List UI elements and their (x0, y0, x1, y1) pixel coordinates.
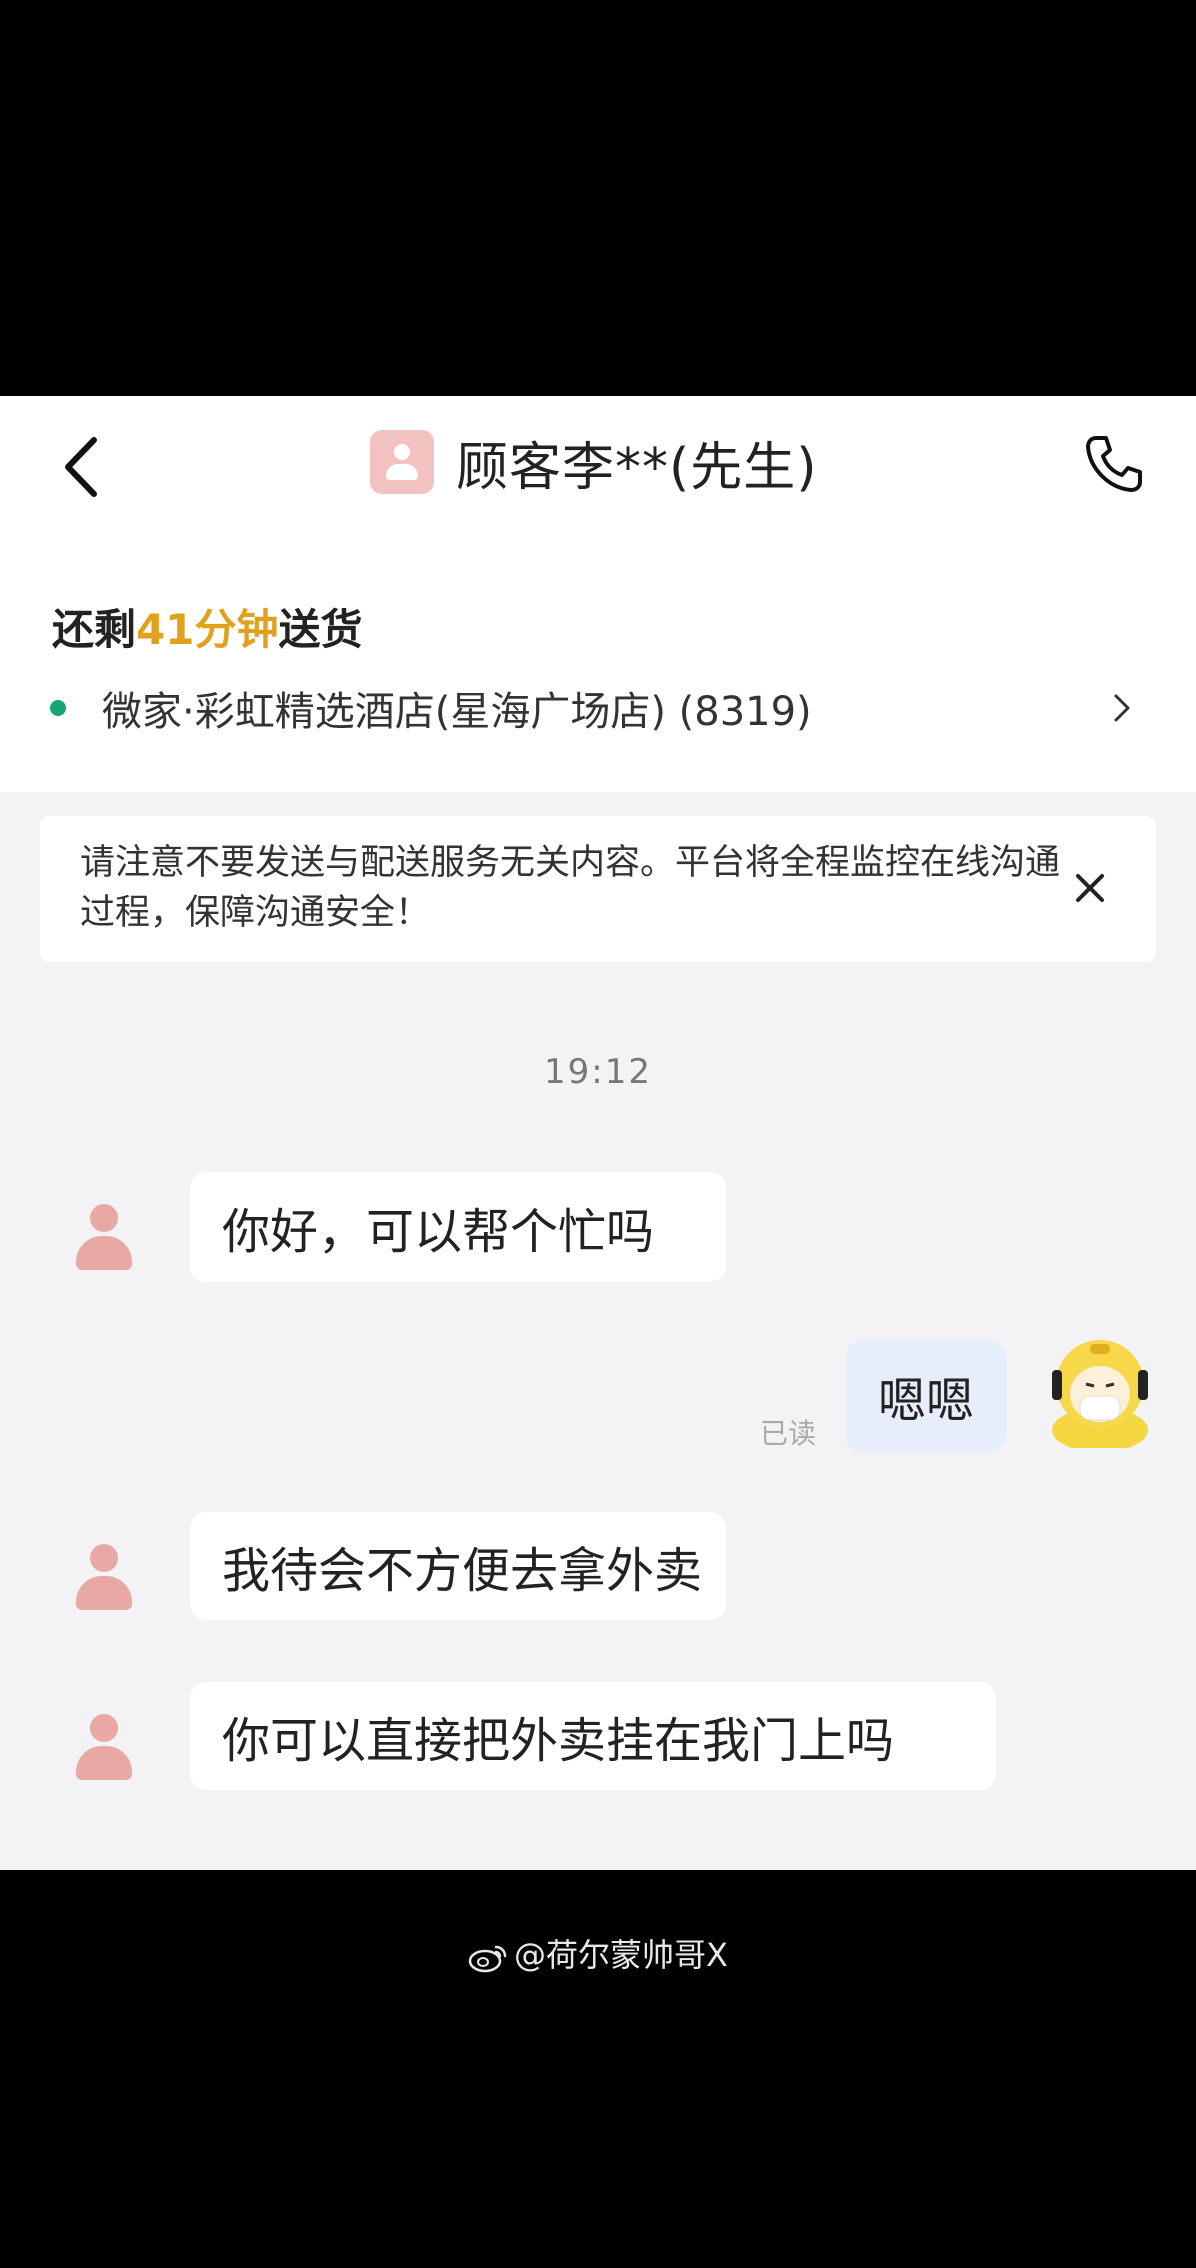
safety-notice: 请注意不要发送与配送服务无关内容。平台将全程监控在线沟通过程，保障沟通安全！ (40, 816, 1156, 962)
delivery-remaining: 还剩41分钟送货 (52, 596, 362, 657)
customer-avatar-icon (72, 1542, 136, 1614)
customer-avatar-icon (72, 1202, 136, 1274)
chat-screen: 顾客李**(先生) 还剩41分钟送货 微家·彩虹精选酒店(星海广场店) (831… (0, 396, 1196, 1870)
weibo-icon (468, 1945, 507, 1973)
chevron-left-icon[interactable] (58, 432, 108, 502)
message-bubble: 你好，可以帮个忙吗 (190, 1172, 726, 1282)
status-dot-icon (50, 700, 66, 716)
watermark: @荷尔蒙帅哥X (0, 1930, 1196, 1976)
chat-header: 顾客李**(先生) 还剩41分钟送货 微家·彩虹精选酒店(星海广场店) (831… (0, 396, 1196, 792)
remaining-prefix: 还剩 (52, 605, 137, 654)
read-status: 已读 (760, 1417, 817, 1450)
store-name: 微家·彩虹精选酒店(星海广场店) (8319) (102, 689, 812, 735)
message-bubble: 我待会不方便去拿外卖 (190, 1512, 726, 1620)
message-bubble-self: 嗯嗯 (846, 1340, 1006, 1452)
top-letterbox (0, 0, 1196, 396)
chevron-right-icon (1114, 694, 1130, 722)
remaining-minutes: 41分钟 (136, 605, 279, 654)
close-icon[interactable] (1068, 866, 1112, 910)
chat-title: 顾客李**(先生) (370, 424, 818, 500)
message-bubble: 你可以直接把外卖挂在我门上吗 (190, 1682, 996, 1790)
store-row[interactable]: 微家·彩虹精选酒店(星海广场店) (8319) (50, 678, 1160, 738)
watermark-text: @荷尔蒙帅哥X (514, 1936, 728, 1974)
phone-icon[interactable] (1082, 432, 1146, 496)
customer-avatar-icon (72, 1712, 136, 1784)
notice-text: 请注意不要发送与配送服务无关内容。平台将全程监控在线沟通过程，保障沟通安全！ (80, 843, 1061, 933)
remaining-suffix: 送货 (278, 605, 363, 654)
customer-avatar-icon (370, 430, 434, 494)
message-timestamp: 19:12 (544, 1052, 652, 1092)
chat-area[interactable]: 请注意不要发送与配送服务无关内容。平台将全程监控在线沟通过程，保障沟通安全！ 1… (0, 792, 1196, 1870)
customer-name: 顾客李**(先生) (456, 437, 818, 498)
rider-avatar-icon (1052, 1340, 1148, 1448)
